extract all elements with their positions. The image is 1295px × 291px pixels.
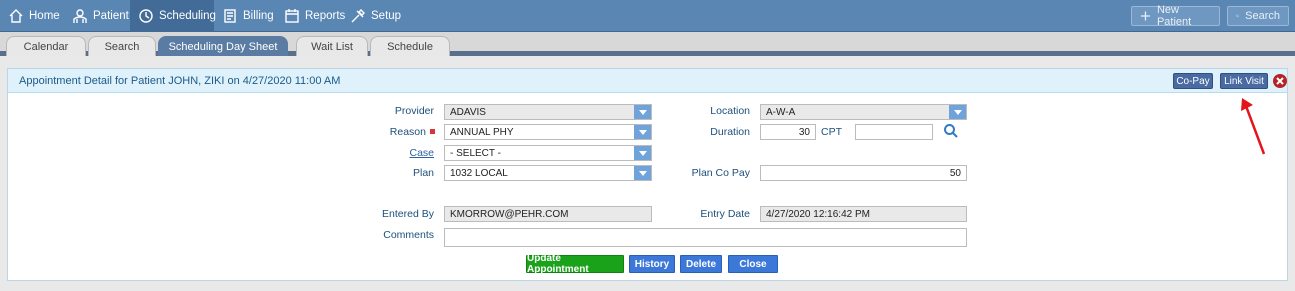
new-patient-label: New Patient [1156,4,1192,28]
search-button[interactable]: Search [1227,6,1289,26]
case-link[interactable]: Case [378,147,434,159]
close-button[interactable]: Close [728,255,778,273]
tab-scheduling-day-sheet[interactable]: Scheduling Day Sheet [158,36,288,56]
copay-button[interactable]: Co-Pay [1173,73,1213,89]
chevron-down-icon [634,105,651,119]
tab-bar: Calendar Search Scheduling Day Sheet Wai… [0,32,1295,56]
plan-value: 1032 LOCAL [450,168,508,179]
tab-wait-list[interactable]: Wait List [296,36,368,56]
tab-schedule[interactable]: Schedule [370,36,450,56]
search-label: Search [1245,10,1280,22]
nav-reports-label: Reports [305,10,346,22]
nav-billing[interactable]: Billing [222,0,274,32]
location-label: Location [710,105,750,117]
clock-icon [138,8,154,24]
case-select[interactable]: - SELECT - [444,145,652,161]
nav-billing-label: Billing [243,10,274,22]
cpt-search-icon[interactable] [943,123,959,139]
patient-icon [72,8,88,24]
plan-select[interactable]: 1032 LOCAL [444,165,652,181]
nav-setup[interactable]: Setup [350,0,402,32]
update-appointment-button[interactable]: Update Appointment [526,253,624,275]
duration-field[interactable]: 30 [760,124,816,140]
plan-copay-label: Plan Co Pay [691,167,750,179]
panel-header: Appointment Detail for Patient JOHN, ZIK… [8,69,1287,93]
billing-icon [222,8,238,24]
comments-field[interactable] [444,228,967,247]
page: Home Patient Scheduling Billing Reports … [0,0,1295,291]
required-marker [430,129,435,134]
reason-select[interactable]: ANNUAL PHY [444,124,652,140]
entry-date-field: 4/27/2020 12:16:42 PM [760,206,967,222]
top-nav-bar: Home Patient Scheduling Billing Reports … [0,0,1295,32]
entry-date-label: Entry Date [700,208,750,220]
nav-home[interactable]: Home [8,0,70,32]
plan-copay-field[interactable]: 50 [760,165,967,181]
nav-reports[interactable]: Reports [284,0,345,32]
cpt-field[interactable] [855,124,933,140]
location-select[interactable]: A-W-A [760,104,967,120]
appointment-detail-panel: Appointment Detail for Patient JOHN, ZIK… [7,68,1288,281]
panel-title: Appointment Detail for Patient JOHN, ZIK… [19,75,341,87]
cpt-label: CPT [821,126,842,138]
nav-patient[interactable]: Patient [72,0,129,32]
comments-label: Comments [383,229,434,241]
reason-value: ANNUAL PHY [450,127,514,138]
chevron-down-icon [634,146,651,160]
chevron-down-icon [634,125,651,139]
location-value: A-W-A [766,107,796,118]
search-icon [1236,14,1240,18]
entered-by-label: Entered By [382,208,434,220]
chevron-down-icon [634,166,651,180]
link-visit-button[interactable]: Link Visit [1220,73,1268,89]
home-icon [8,8,24,24]
provider-value: ADAVIS [450,107,486,118]
delete-button[interactable]: Delete [680,255,722,273]
history-button[interactable]: History [629,255,675,273]
nav-patient-label: Patient [93,10,129,22]
plus-icon [1140,11,1151,21]
annotation-arrow-icon [1241,98,1266,155]
calendar-icon [284,8,300,24]
nav-setup-label: Setup [371,10,402,22]
duration-label: Duration [710,126,750,138]
nav-home-label: Home [29,10,60,22]
close-icon[interactable] [1273,74,1287,88]
nav-scheduling[interactable]: Scheduling [130,0,216,32]
tab-search[interactable]: Search [88,36,156,56]
tab-calendar[interactable]: Calendar [6,36,86,56]
nav-scheduling-label: Scheduling [159,10,216,22]
plan-label: Plan [412,167,434,179]
provider-label: Provider [394,105,434,117]
new-patient-button[interactable]: New Patient [1131,4,1220,28]
reason-label: Reason [389,126,426,138]
entered-by-field: KMORROW@PEHR.COM [444,206,652,222]
chevron-down-icon [949,105,966,119]
provider-select[interactable]: ADAVIS [444,104,652,120]
tools-icon [350,8,366,24]
case-value: - SELECT - [450,148,501,159]
